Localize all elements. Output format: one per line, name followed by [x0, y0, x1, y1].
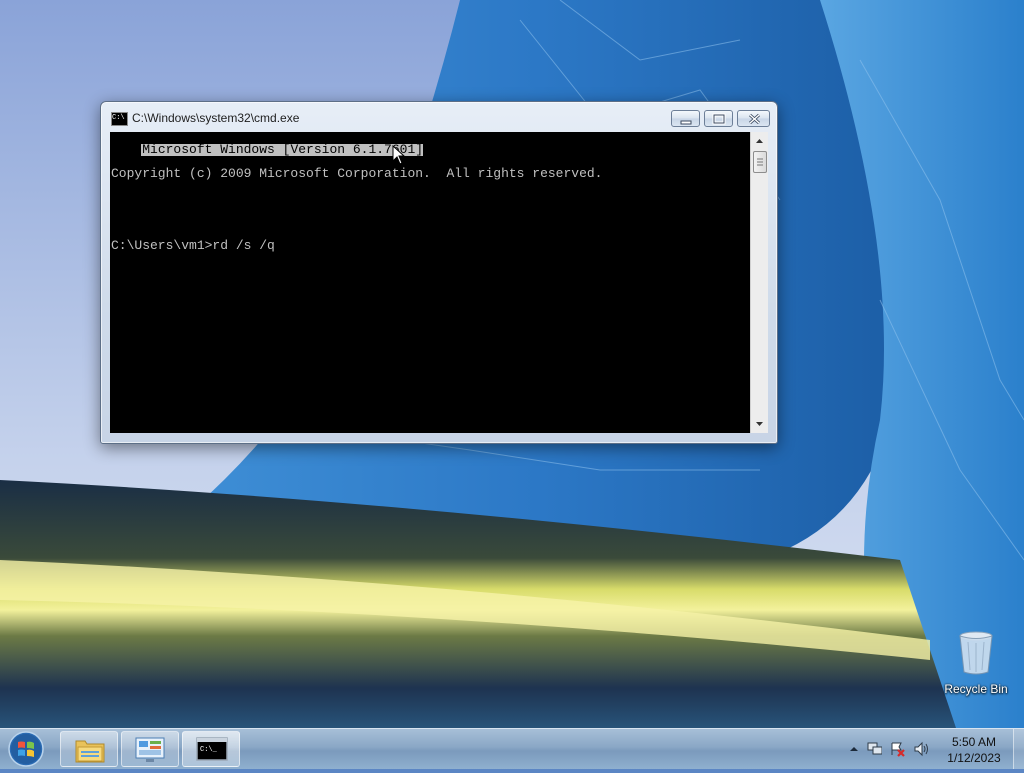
- taskbar: C:\_ 5:50 AM 1/12/2023: [0, 728, 1024, 769]
- console-line: Copyright (c) 2009 Microsoft Corporation…: [111, 166, 603, 181]
- cmd-icon[interactable]: C:\: [111, 112, 128, 126]
- maximize-icon: [712, 113, 726, 125]
- taskbar-control-panel-button[interactable]: [121, 731, 179, 767]
- recycle-bin-icon: [956, 630, 996, 676]
- scroll-down-icon: [756, 422, 763, 426]
- maximize-button[interactable]: [704, 110, 733, 127]
- minimize-icon: [680, 120, 692, 125]
- clock-date: 1/12/2023: [947, 751, 1001, 765]
- clock-time: 5:50 AM: [951, 735, 997, 749]
- recycle-bin-label: Recycle Bin: [944, 682, 1008, 696]
- window-title: C:\Windows\system32\cmd.exe: [132, 111, 300, 125]
- taskbar-file-explorer-button[interactable]: [60, 731, 118, 767]
- vertical-scrollbar[interactable]: [750, 132, 768, 433]
- show-hidden-icons-icon[interactable]: [846, 741, 862, 757]
- mouse-pointer-icon: [392, 145, 406, 165]
- console-line: Microsoft Windows [Version 6.1.7601]: [141, 142, 424, 157]
- show-desktop-button[interactable]: [1013, 729, 1024, 769]
- taskbar-cmd-button[interactable]: C:\_: [182, 731, 240, 767]
- scroll-up-icon: [756, 139, 763, 143]
- close-icon: [749, 113, 760, 125]
- cmd-icon-text: C:\: [112, 114, 125, 122]
- network-icon[interactable]: [866, 741, 882, 757]
- scroll-thumb[interactable]: [753, 151, 767, 173]
- control-panel-icon: [135, 737, 165, 762]
- svg-text:C:\_: C:\_: [200, 746, 218, 754]
- console-prompt-line: C:\Users\vm1>rd /s /q: [111, 238, 275, 253]
- cmd-window[interactable]: C:\ C:\Windows\system32\cmd.exe Microsof…: [100, 101, 778, 444]
- folder-icon: [75, 740, 105, 763]
- taskbar-clock[interactable]: 5:50 AM 1/12/2023: [938, 734, 1010, 766]
- window-titlebar[interactable]: C:\ C:\Windows\system32\cmd.exe: [101, 102, 777, 132]
- console-output[interactable]: Microsoft Windows [Version 6.1.7601] Cop…: [110, 132, 750, 433]
- start-button[interactable]: [6, 730, 46, 768]
- scroll-down-button[interactable]: [751, 416, 768, 433]
- volume-icon[interactable]: [913, 741, 929, 757]
- windows-start-icon: [8, 731, 44, 767]
- action-center-icon[interactable]: [889, 741, 905, 757]
- minimize-button[interactable]: [671, 110, 700, 127]
- cmd-icon: C:\_: [196, 737, 228, 761]
- close-button[interactable]: [737, 110, 770, 127]
- recycle-bin-desktop-icon[interactable]: Recycle Bin: [940, 630, 1012, 702]
- grip-icon: [757, 158, 763, 166]
- scroll-up-button[interactable]: [751, 132, 768, 149]
